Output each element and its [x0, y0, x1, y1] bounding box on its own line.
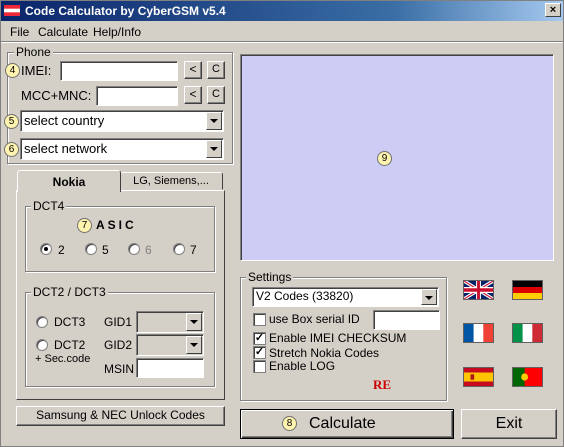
dct2-dct3-label: DCT2 / DCT3 [31, 285, 108, 299]
mcc-backspace-button[interactable]: < [184, 86, 202, 104]
codes-version-select[interactable]: V2 Codes (33820) [252, 287, 439, 307]
country-select-value: select country [24, 113, 105, 128]
stretch-nokia-checkbox[interactable]: ✓ [253, 346, 266, 359]
chevron-down-icon [186, 313, 202, 331]
asic-5-label: 5 [102, 243, 109, 257]
menu-file[interactable]: File [10, 25, 29, 39]
imei-label: IMEI: [21, 63, 52, 78]
step-badge-7: 7 [77, 218, 92, 233]
step-badge-4: 4 [5, 63, 20, 78]
country-select[interactable]: select country [20, 110, 224, 132]
chevron-down-icon [186, 336, 202, 354]
menu-help[interactable]: Help/Info [93, 25, 141, 39]
step-badge-5: 5 [4, 114, 19, 129]
gid1-label: GID1 [104, 315, 133, 329]
gid1-select [136, 311, 204, 333]
asic-2-label: 2 [58, 243, 65, 257]
uk-flag-icon[interactable] [463, 280, 494, 300]
dct3-label: DCT3 [54, 315, 86, 329]
dct2-radio[interactable] [36, 339, 48, 351]
calculate-button-label: Calculate [309, 415, 376, 432]
germany-flag-icon[interactable] [512, 280, 543, 300]
spain-flag-icon[interactable] [463, 367, 494, 387]
portugal-flag-icon[interactable] [512, 367, 543, 387]
samsung-nec-button[interactable]: Samsung & NEC Unlock Codes [16, 406, 225, 426]
austria-flag-icon [4, 5, 20, 16]
chevron-down-icon[interactable] [206, 140, 222, 158]
enable-log-label: Enable LOG [269, 359, 336, 373]
box-serial-label: use Box serial ID [269, 312, 360, 326]
menu-bar: File Calculate Help/Info [1, 22, 563, 41]
re-label: RE [373, 377, 392, 392]
chevron-down-icon[interactable] [206, 112, 222, 130]
step-badge-8: 8 [282, 416, 297, 431]
phone-group-label: Phone [14, 45, 53, 59]
dct4-label: DCT4 [31, 199, 67, 213]
asic-7-label: 7 [190, 243, 197, 257]
mcc-mnc-input[interactable] [96, 86, 178, 106]
title-bar: Code Calculator by CyberGSM v5.4 × [1, 1, 563, 21]
settings-label: Settings [246, 270, 294, 284]
imei-checksum-checkbox[interactable]: ✓ [253, 332, 266, 345]
tab-lg-siemens[interactable]: LG, Siemens,... [119, 172, 223, 190]
app-window: Code Calculator by CyberGSM v5.4 × File … [0, 0, 564, 447]
asic-6-radio [128, 243, 140, 255]
exit-button[interactable]: Exit [461, 409, 557, 439]
chevron-down-icon[interactable] [421, 289, 437, 305]
result-display: 9 [240, 54, 554, 261]
france-flag-icon[interactable] [463, 323, 494, 343]
asic-2-radio[interactable] [40, 243, 52, 255]
asic-label: ASIC [96, 218, 137, 232]
mcc-clear-button[interactable]: C [207, 86, 225, 104]
step-badge-6: 6 [4, 142, 19, 157]
imei-clear-button[interactable]: C [207, 61, 225, 79]
enable-log-checkbox[interactable] [253, 360, 266, 373]
menu-calculate[interactable]: Calculate [38, 25, 88, 39]
msin-input[interactable] [136, 358, 204, 378]
network-select[interactable]: select network [20, 138, 224, 160]
menu-divider [1, 41, 563, 43]
imei-input[interactable] [60, 61, 178, 81]
sec-code-label: + Sec.code [35, 353, 91, 365]
gid2-label: GID2 [104, 338, 133, 352]
calculate-button[interactable]: 8 Calculate [240, 409, 454, 439]
window-title: Code Calculator by CyberGSM v5.4 [25, 4, 226, 18]
mcc-mnc-label: MCC+MNC: [21, 88, 92, 103]
dct2-label: DCT2 [54, 338, 86, 352]
asic-6-label: 6 [145, 243, 152, 257]
stretch-nokia-label: Stretch Nokia Codes [269, 346, 380, 360]
asic-5-radio[interactable] [85, 243, 97, 255]
dct3-radio[interactable] [36, 316, 48, 328]
italy-flag-icon[interactable] [512, 323, 543, 343]
gid2-select [136, 334, 204, 356]
imei-backspace-button[interactable]: < [184, 61, 202, 79]
box-serial-checkbox[interactable] [253, 313, 266, 326]
asic-7-radio[interactable] [173, 243, 185, 255]
imei-checksum-label: Enable IMEI CHECKSUM [269, 331, 407, 345]
codes-version-value: V2 Codes (33820) [256, 289, 354, 303]
network-select-value: select network [24, 141, 108, 156]
msin-label: MSIN [104, 362, 134, 376]
tab-nokia[interactable]: Nokia [17, 170, 121, 192]
step-badge-9: 9 [377, 151, 392, 166]
close-button[interactable]: × [545, 3, 561, 17]
dct4-group [25, 206, 215, 272]
box-serial-input[interactable] [373, 310, 440, 330]
